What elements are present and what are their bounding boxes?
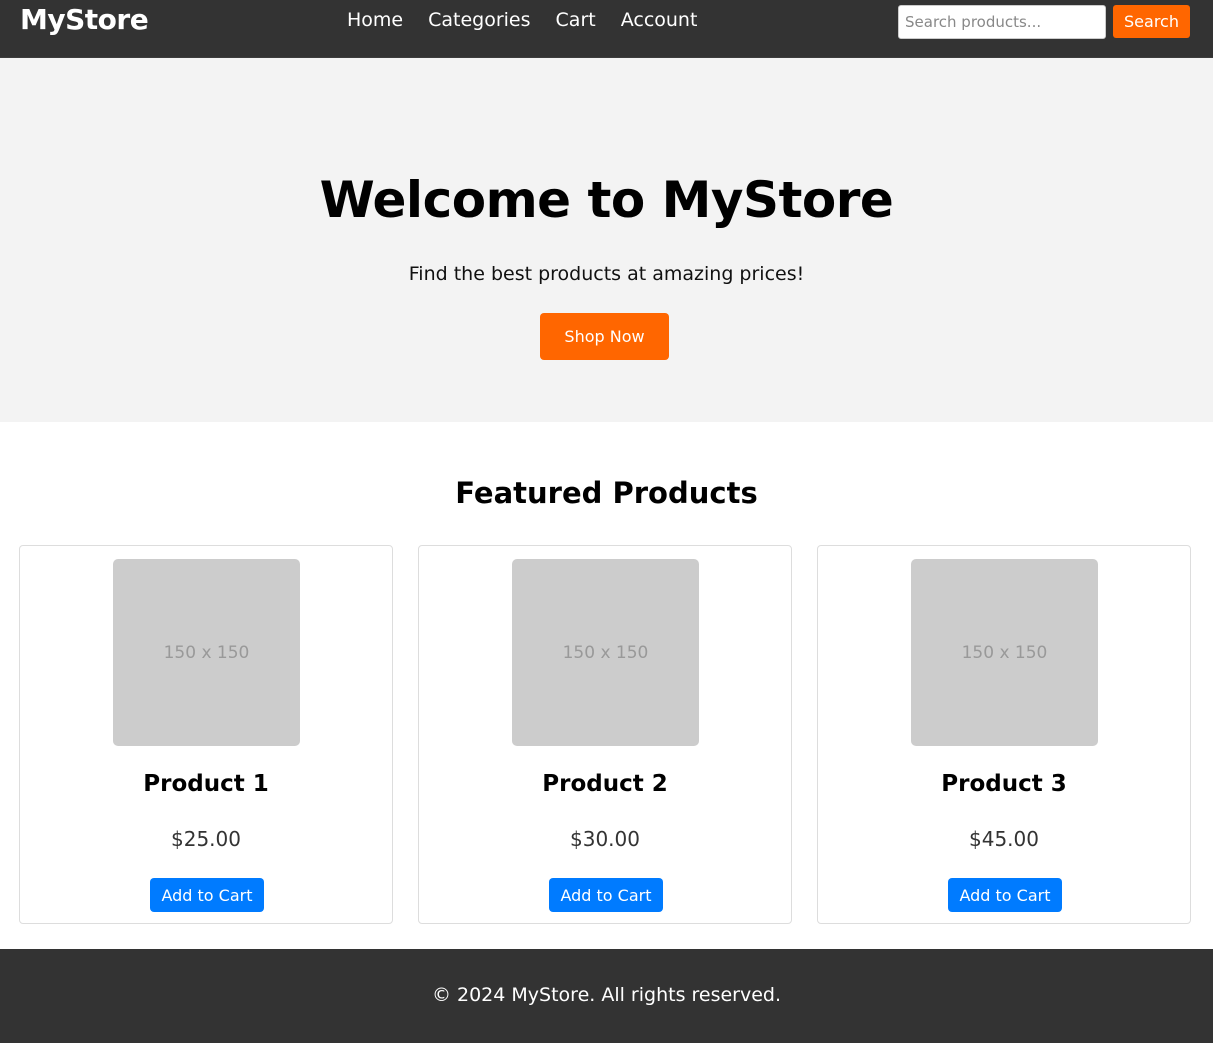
add-to-cart-button[interactable]: Add to Cart xyxy=(150,878,264,912)
nav-cart[interactable]: Cart xyxy=(556,9,596,31)
shop-now-button[interactable]: Shop Now xyxy=(540,313,669,360)
add-to-cart-button[interactable]: Add to Cart xyxy=(948,878,1062,912)
nav-account[interactable]: Account xyxy=(621,9,698,31)
product-name: Product 2 xyxy=(542,771,668,797)
product-card: 150 x 150 Product 2 $30.00 Add to Cart xyxy=(418,545,792,924)
product-image: 150 x 150 xyxy=(512,559,699,746)
product-price: $30.00 xyxy=(570,827,640,851)
nav-categories[interactable]: Categories xyxy=(428,9,530,31)
logo[interactable]: MyStore xyxy=(20,3,149,36)
nav-home[interactable]: Home xyxy=(347,9,403,31)
product-image: 150 x 150 xyxy=(113,559,300,746)
site-footer: © 2024 MyStore. All rights reserved. xyxy=(0,949,1213,1043)
site-header: MyStore Home Categories Cart Account Sea… xyxy=(0,0,1213,58)
featured-products-title: Featured Products xyxy=(455,476,758,510)
main-nav: Home Categories Cart Account xyxy=(347,9,697,31)
add-to-cart-button[interactable]: Add to Cart xyxy=(549,878,663,912)
product-card: 150 x 150 Product 1 $25.00 Add to Cart xyxy=(19,545,393,924)
hero-subtitle: Find the best products at amazing prices… xyxy=(408,263,805,285)
search-button[interactable]: Search xyxy=(1113,5,1190,38)
product-price: $25.00 xyxy=(171,827,241,851)
product-card: 150 x 150 Product 3 $45.00 Add to Cart xyxy=(817,545,1191,924)
search-input[interactable] xyxy=(898,5,1106,39)
footer-copyright: © 2024 MyStore. All rights reserved. xyxy=(431,984,782,1006)
product-name: Product 3 xyxy=(941,771,1067,797)
hero-section: Welcome to MyStore Find the best product… xyxy=(0,58,1213,422)
product-name: Product 1 xyxy=(143,771,269,797)
product-image: 150 x 150 xyxy=(911,559,1098,746)
product-price: $45.00 xyxy=(969,827,1039,851)
hero-title: Welcome to MyStore xyxy=(319,171,894,229)
